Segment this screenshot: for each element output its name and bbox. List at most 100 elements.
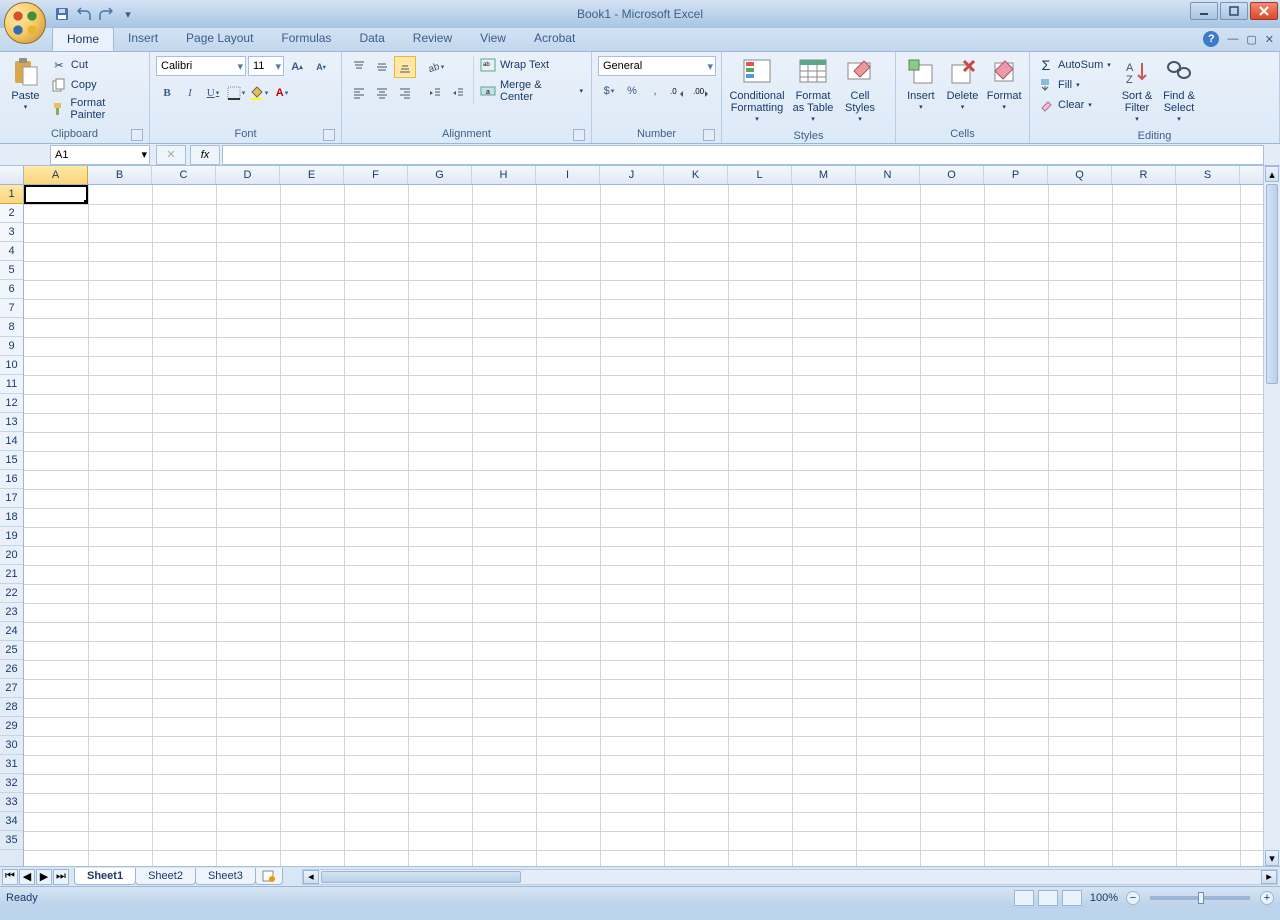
active-cell[interactable]: [24, 185, 88, 204]
column-header[interactable]: I: [536, 166, 600, 184]
format-as-table-button[interactable]: Format as Table ▾: [788, 54, 838, 128]
decrease-decimal-button[interactable]: .00: [690, 80, 712, 102]
row-header[interactable]: 27: [0, 679, 23, 698]
new-sheet-button[interactable]: [255, 868, 283, 885]
column-header[interactable]: M: [792, 166, 856, 184]
tab-insert[interactable]: Insert: [114, 27, 172, 51]
horizontal-scrollbar[interactable]: ◂ ▸: [302, 869, 1278, 885]
align-top-button[interactable]: [348, 56, 370, 78]
row-header[interactable]: 21: [0, 565, 23, 584]
normal-view-icon[interactable]: [1014, 890, 1034, 906]
row-header[interactable]: 33: [0, 793, 23, 812]
decrease-indent-button[interactable]: [424, 82, 446, 104]
autosum-button[interactable]: ΣAutoSum▾: [1036, 56, 1114, 74]
save-icon[interactable]: [52, 4, 72, 24]
insert-cells-button[interactable]: Insert▾: [900, 54, 942, 116]
row-header[interactable]: 7: [0, 299, 23, 318]
tab-home[interactable]: Home: [52, 27, 114, 51]
cells-area[interactable]: [24, 185, 1263, 866]
column-header[interactable]: J: [600, 166, 664, 184]
copy-button[interactable]: Copy: [49, 76, 143, 94]
row-header[interactable]: 9: [0, 337, 23, 356]
row-header[interactable]: 1: [0, 185, 23, 204]
sheet-tab[interactable]: Sheet2: [135, 868, 196, 885]
merge-center-button[interactable]: aMerge & Center▾: [478, 78, 585, 104]
row-header[interactable]: 16: [0, 470, 23, 489]
row-header[interactable]: 34: [0, 812, 23, 831]
tab-page-layout[interactable]: Page Layout: [172, 27, 267, 51]
tab-data[interactable]: Data: [345, 27, 398, 51]
row-header[interactable]: 22: [0, 584, 23, 603]
row-header[interactable]: 23: [0, 603, 23, 622]
percent-button[interactable]: %: [621, 80, 643, 102]
qat-dropdown-icon[interactable]: ▾: [118, 4, 138, 24]
increase-decimal-button[interactable]: .0: [667, 80, 689, 102]
last-sheet-icon[interactable]: ⏭: [53, 869, 69, 885]
row-header[interactable]: 18: [0, 508, 23, 527]
column-header[interactable]: S: [1176, 166, 1240, 184]
row-header[interactable]: 12: [0, 394, 23, 413]
help-icon[interactable]: ?: [1203, 31, 1219, 47]
doc-minimize-icon[interactable]: —: [1227, 33, 1238, 45]
fill-color-button[interactable]: ▾: [248, 82, 270, 104]
sheet-tab[interactable]: Sheet1: [74, 868, 136, 885]
page-layout-view-icon[interactable]: [1038, 890, 1058, 906]
row-header[interactable]: 3: [0, 223, 23, 242]
scroll-thumb[interactable]: [1266, 184, 1278, 384]
zoom-in-button[interactable]: +: [1260, 891, 1274, 905]
column-header[interactable]: C: [152, 166, 216, 184]
row-header[interactable]: 4: [0, 242, 23, 261]
page-break-view-icon[interactable]: [1062, 890, 1082, 906]
column-header[interactable]: E: [280, 166, 344, 184]
row-header[interactable]: 29: [0, 717, 23, 736]
first-sheet-icon[interactable]: ⏮: [2, 869, 18, 885]
row-header[interactable]: 24: [0, 622, 23, 641]
zoom-level[interactable]: 100%: [1090, 892, 1118, 904]
column-header[interactable]: F: [344, 166, 408, 184]
column-header[interactable]: K: [664, 166, 728, 184]
accounting-button[interactable]: $▾: [598, 80, 620, 102]
row-header[interactable]: 20: [0, 546, 23, 565]
doc-close-icon[interactable]: ✕: [1265, 33, 1274, 46]
row-header[interactable]: 2: [0, 204, 23, 223]
hscroll-thumb[interactable]: [321, 871, 521, 883]
align-right-button[interactable]: [394, 82, 416, 104]
sort-filter-button[interactable]: AZSort & Filter▾: [1116, 54, 1158, 128]
row-header[interactable]: 5: [0, 261, 23, 280]
column-header[interactable]: P: [984, 166, 1048, 184]
wrap-text-button[interactable]: abWrap Text: [478, 56, 585, 74]
fx-button[interactable]: fx: [190, 145, 220, 165]
tab-formulas[interactable]: Formulas: [267, 27, 345, 51]
row-header[interactable]: 13: [0, 413, 23, 432]
zoom-out-button[interactable]: −: [1126, 891, 1140, 905]
font-size-combo[interactable]: 11▾: [248, 56, 284, 76]
find-select-button[interactable]: Find & Select▾: [1158, 54, 1200, 128]
clear-button[interactable]: Clear▾: [1036, 96, 1114, 114]
row-header[interactable]: 32: [0, 774, 23, 793]
undo-icon[interactable]: [74, 4, 94, 24]
delete-cells-button[interactable]: Delete▾: [942, 54, 984, 116]
dialog-launcher-icon[interactable]: [703, 129, 715, 141]
select-all-button[interactable]: [0, 166, 24, 185]
cut-button[interactable]: ✂Cut: [49, 56, 143, 74]
name-box[interactable]: A1▾: [50, 145, 150, 165]
row-header[interactable]: 31: [0, 755, 23, 774]
row-header[interactable]: 6: [0, 280, 23, 299]
shrink-font-button[interactable]: A▾: [310, 56, 332, 78]
row-header[interactable]: 17: [0, 489, 23, 508]
zoom-slider[interactable]: [1150, 896, 1250, 900]
vertical-scrollbar[interactable]: ▴ ▾: [1263, 166, 1280, 866]
format-cells-button[interactable]: Format▾: [983, 54, 1025, 116]
paste-button[interactable]: Paste▾: [4, 54, 47, 116]
align-left-button[interactable]: [348, 82, 370, 104]
zoom-thumb[interactable]: [1198, 892, 1204, 904]
tab-view[interactable]: View: [466, 27, 520, 51]
grow-font-button[interactable]: A▴: [286, 56, 308, 78]
column-header[interactable]: D: [216, 166, 280, 184]
column-header[interactable]: B: [88, 166, 152, 184]
prev-sheet-icon[interactable]: ◀: [19, 869, 35, 885]
maximize-button[interactable]: [1220, 2, 1248, 20]
dialog-launcher-icon[interactable]: [573, 129, 585, 141]
underline-button[interactable]: U▾: [202, 82, 224, 104]
office-button[interactable]: [4, 2, 46, 44]
